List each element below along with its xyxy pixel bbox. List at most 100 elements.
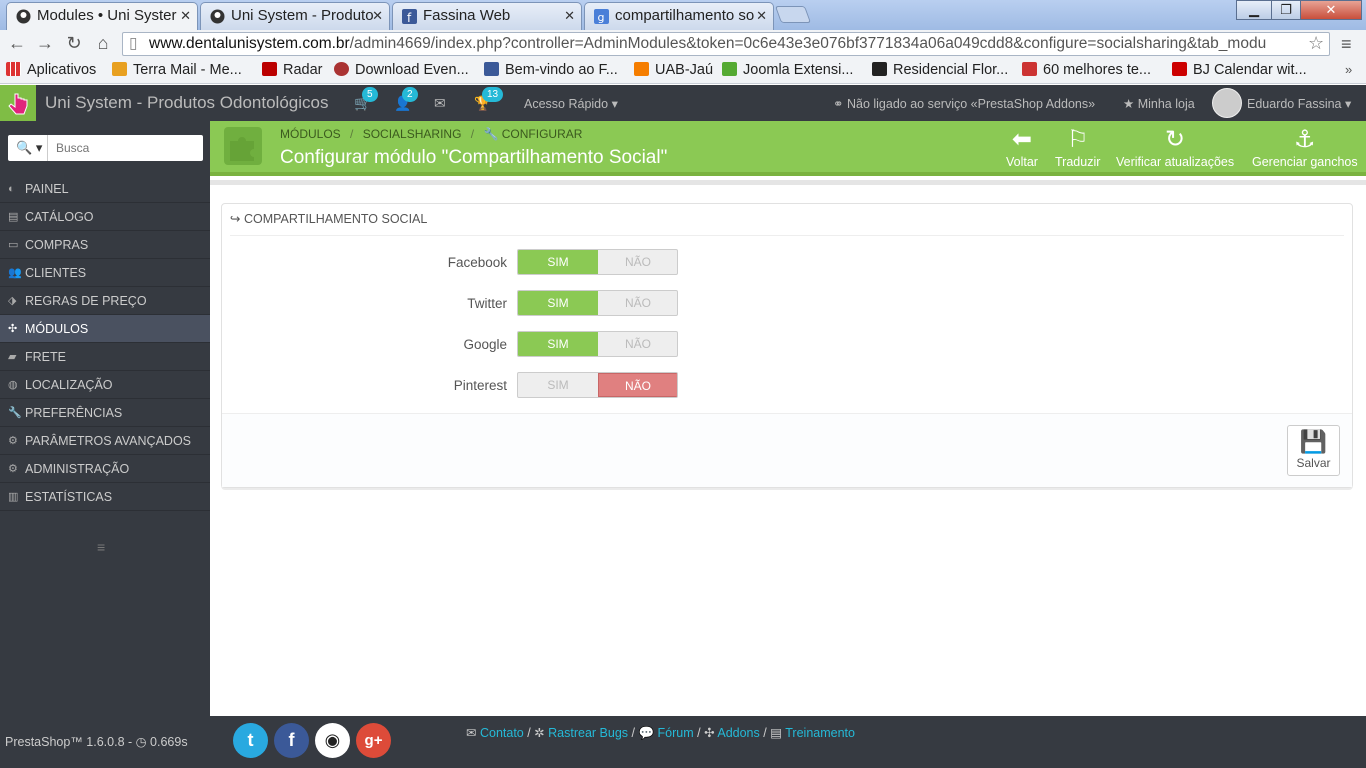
- bookmark-item[interactable]: Residencial Flor...: [872, 62, 1008, 78]
- contact-link[interactable]: Contato: [480, 726, 524, 740]
- bookmark-item[interactable]: Radar: [262, 62, 323, 78]
- minimize-button[interactable]: ▁: [1236, 0, 1272, 20]
- bookmark-item[interactable]: Joomla Extensi...: [722, 62, 853, 78]
- save-button[interactable]: 💾 Salvar: [1287, 425, 1340, 476]
- close-window-button[interactable]: ✕: [1300, 0, 1362, 20]
- browser-tab-title: compartilhamento so: [615, 7, 755, 24]
- breadcrumb-modulos[interactable]: MÓDULOS: [280, 127, 341, 141]
- bookmark-item[interactable]: Aplicativos: [6, 62, 96, 78]
- quick-access-dropdown[interactable]: Acesso Rápido ▾: [524, 96, 618, 111]
- credit-card-icon: ▭: [8, 239, 19, 251]
- chrome-menu-icon[interactable]: ≡: [1341, 34, 1352, 55]
- browser-tab-google[interactable]: g compartilhamento so ✕: [584, 2, 774, 30]
- browser-tab-unisystem[interactable]: Uni System - Produto ✕: [200, 2, 390, 30]
- sidebar-item-modulos[interactable]: ✣ MÓDULOS: [0, 315, 210, 343]
- close-tab-icon[interactable]: ✕: [372, 3, 383, 29]
- home-icon[interactable]: ⌂: [92, 33, 114, 54]
- sidebar-item-administracao[interactable]: ⚙ ADMINISTRAÇÃO: [0, 455, 210, 483]
- sidebar-item-localizacao[interactable]: ◍ LOCALIZAÇÃO: [0, 371, 210, 399]
- sidebar-item-clientes[interactable]: 👥 CLIENTES: [0, 259, 210, 287]
- dashboard-icon: ◐: [8, 183, 15, 195]
- cart-icon[interactable]: 🛒 5: [354, 87, 378, 112]
- close-tab-icon[interactable]: ✕: [180, 3, 191, 29]
- google-toggle[interactable]: SIM NÃO: [517, 331, 678, 357]
- facebook-yes-option[interactable]: SIM: [518, 250, 598, 274]
- my-store-label: Minha loja: [1137, 97, 1195, 111]
- bar-chart-icon: ▥: [8, 491, 19, 503]
- twitter-yes-option[interactable]: SIM: [518, 291, 598, 315]
- sidebar-item-frete[interactable]: ▰ FRETE: [0, 343, 210, 371]
- forward-arrow-icon[interactable]: →: [34, 33, 56, 54]
- flag-icon: ⚐: [1066, 126, 1089, 153]
- manage-hooks-button[interactable]: ⚓ Gerenciar ganchos: [1252, 125, 1358, 169]
- shop-name[interactable]: Uni System - Produtos Odontológicos: [45, 93, 328, 113]
- forum-link[interactable]: Fórum: [658, 726, 694, 740]
- url-bar[interactable]: ▯ www.dentalunisystem.com.br/admin4669/i…: [122, 32, 1330, 56]
- more-bookmarks-icon[interactable]: »: [1345, 62, 1352, 77]
- prestashop-logo-icon[interactable]: [0, 85, 36, 121]
- sidebar-item-compras[interactable]: ▭ COMPRAS: [0, 231, 210, 259]
- sidebar-item-catalogo[interactable]: ▤ CATÁLOGO: [0, 203, 210, 231]
- google-no-option[interactable]: NÃO: [598, 332, 677, 356]
- quick-access-label: Acesso Rápido: [524, 97, 609, 111]
- close-tab-icon[interactable]: ✕: [756, 3, 767, 29]
- bookmark-item[interactable]: Download Even...: [334, 62, 469, 78]
- twitter-no-option[interactable]: NÃO: [598, 291, 677, 315]
- browser-tab-fassina[interactable]: f Fassina Web ✕: [392, 2, 582, 30]
- pinterest-toggle[interactable]: SIM NÃO: [517, 372, 678, 398]
- pinterest-yes-option[interactable]: SIM: [518, 373, 598, 397]
- sidebar-item-regras-de-preco[interactable]: ⬗ REGRAS DE PREÇO: [0, 287, 210, 315]
- back-button[interactable]: ⬅ Voltar: [1006, 125, 1038, 169]
- bookmark-item[interactable]: UAB-Jaú: [634, 62, 713, 78]
- bug-tracker-link[interactable]: Rastrear Bugs: [548, 726, 628, 740]
- pinterest-no-option[interactable]: NÃO: [598, 373, 677, 397]
- bookmark-item[interactable]: Bem-vindo ao F...: [484, 62, 618, 78]
- browser-tab-modules[interactable]: Modules • Uni Syster ✕: [6, 2, 198, 31]
- google-plus-icon[interactable]: g+: [356, 723, 391, 758]
- sidebar-item-label: ADMINISTRAÇÃO: [25, 462, 130, 476]
- breadcrumb-socialsharing[interactable]: SOCIALSHARING: [363, 127, 462, 141]
- sidebar-item-estatisticas[interactable]: ▥ ESTATÍSTICAS: [0, 483, 210, 511]
- facebook-toggle[interactable]: SIM NÃO: [517, 249, 678, 275]
- new-tab-button[interactable]: [774, 6, 812, 23]
- maximize-button[interactable]: ❐: [1271, 0, 1301, 20]
- messages-icon[interactable]: ✉: [434, 95, 446, 112]
- check-updates-button[interactable]: ↻ Verificar atualizações: [1116, 125, 1234, 169]
- search-type-dropdown[interactable]: 🔍 ▾: [8, 135, 48, 161]
- star-icon: ★: [1123, 97, 1135, 111]
- collapse-menu-icon[interactable]: ≡: [97, 539, 105, 555]
- bookmark-item[interactable]: 60 melhores te...: [1022, 62, 1151, 78]
- back-arrow-icon[interactable]: ←: [6, 33, 28, 54]
- bookmark-item[interactable]: BJ Calendar wit...: [1172, 62, 1307, 78]
- addons-link[interactable]: Addons: [717, 726, 759, 740]
- twitter-icon[interactable]: t: [233, 723, 268, 758]
- facebook-row: Facebook SIM NÃO: [222, 249, 1352, 275]
- translate-button[interactable]: ⚐ Traduzir: [1055, 125, 1100, 169]
- twitter-toggle[interactable]: SIM NÃO: [517, 290, 678, 316]
- addons-status-link[interactable]: ⚭ Não ligado ao serviço «PrestaShop Addo…: [833, 96, 1095, 111]
- admin-footer: PrestaShop™ 1.6.0.8 - ◷ 0.669s t f ◉ g+ …: [0, 716, 1366, 768]
- training-link[interactable]: Treinamento: [785, 726, 855, 740]
- bookmark-item[interactable]: Terra Mail - Me...: [112, 62, 242, 78]
- sidebar-item-painel[interactable]: ◐ PAINEL: [0, 175, 210, 203]
- facebook-favicon-icon: f: [402, 9, 417, 24]
- facebook-no-option[interactable]: NÃO: [598, 250, 677, 274]
- sidebar-item-label: LOCALIZAÇÃO: [25, 378, 113, 392]
- sidebar-item-preferencias[interactable]: 🔧 PREFERÊNCIAS: [0, 399, 210, 427]
- browser-tab-bar: Modules • Uni Syster ✕ Uni System - Prod…: [0, 0, 1366, 31]
- caret-down-icon: ▾: [35, 140, 43, 155]
- avatar[interactable]: [1212, 88, 1242, 118]
- reload-icon[interactable]: ↻: [63, 33, 85, 54]
- google-yes-option[interactable]: SIM: [518, 332, 598, 356]
- my-store-link[interactable]: ★ Minha loja: [1123, 96, 1195, 111]
- close-tab-icon[interactable]: ✕: [564, 3, 575, 29]
- customers-icon[interactable]: 👤 2: [394, 87, 418, 112]
- user-menu[interactable]: Eduardo Fassina ▾: [1247, 96, 1351, 111]
- trophy-icon[interactable]: 🏆 13: [474, 87, 504, 112]
- facebook-icon[interactable]: f: [274, 723, 309, 758]
- search-input[interactable]: [50, 138, 198, 158]
- bookmark-star-icon[interactable]: ☆: [1308, 33, 1324, 54]
- sidebar-item-parametros-avancados[interactable]: ⚙ PARÂMETROS AVANÇADOS: [0, 427, 210, 455]
- github-icon[interactable]: ◉: [315, 723, 350, 758]
- breadcrumb: MÓDULOS / SOCIALSHARING / 🔧 CONFIGURAR: [280, 127, 582, 141]
